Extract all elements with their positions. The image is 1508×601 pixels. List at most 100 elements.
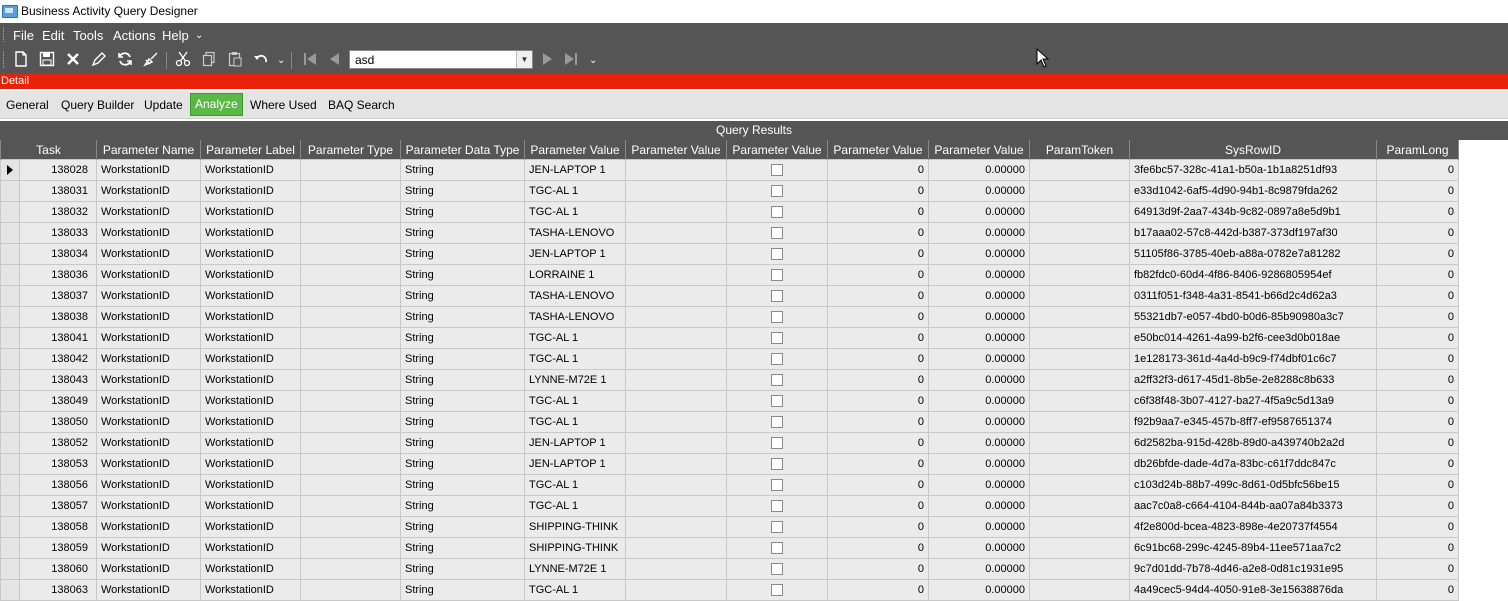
cell-paramtoken[interactable] bbox=[1029, 201, 1130, 223]
cell-paramlong[interactable]: 0 bbox=[1376, 579, 1459, 601]
row-selector[interactable] bbox=[1, 265, 20, 285]
cell-parameter-value-2[interactable] bbox=[625, 348, 727, 370]
row-selector[interactable] bbox=[1, 475, 20, 495]
cell-paramlong[interactable]: 0 bbox=[1376, 516, 1459, 538]
column-header-parameter-name[interactable]: Parameter Name bbox=[96, 140, 201, 160]
cell-paramlong[interactable]: 0 bbox=[1376, 432, 1459, 454]
cell-paramlong[interactable]: 0 bbox=[1376, 474, 1459, 496]
cell-paramlong[interactable]: 0 bbox=[1376, 411, 1459, 433]
cell-parameter-name[interactable]: WorkstationID bbox=[96, 495, 201, 517]
cell-sysrowid[interactable]: e33d1042-6af5-4d90-94b1-8c9879fda262 bbox=[1129, 180, 1377, 202]
cell-parameter-type[interactable] bbox=[300, 579, 401, 601]
cell-task[interactable]: 138038 bbox=[0, 306, 97, 328]
menu-tools[interactable]: Tools bbox=[73, 28, 103, 43]
cell-parameter-data-type[interactable]: String bbox=[400, 453, 525, 475]
cell-parameter-value-2[interactable] bbox=[625, 516, 727, 538]
table-row[interactable]: 138057 WorkstationID WorkstationID String TG… bbox=[0, 495, 1459, 517]
cell-parameter-value-1[interactable]: TGC-AL 1 bbox=[524, 390, 626, 412]
column-header-sysrowid[interactable]: SysRowID bbox=[1129, 140, 1377, 160]
tab-update[interactable]: Update bbox=[139, 91, 188, 117]
cell-parameter-value-5[interactable]: 0.00000 bbox=[928, 558, 1030, 580]
cell-parameter-value-3[interactable] bbox=[726, 348, 828, 370]
cell-parameter-value-1[interactable]: LYNNE-M72E 1 bbox=[524, 558, 626, 580]
cell-parameter-value-3[interactable] bbox=[726, 432, 828, 454]
checkbox[interactable] bbox=[771, 458, 783, 471]
cell-parameter-value-5[interactable]: 0.00000 bbox=[928, 390, 1030, 412]
cell-paramlong[interactable]: 0 bbox=[1376, 327, 1459, 349]
cell-parameter-value-5[interactable]: 0.00000 bbox=[928, 369, 1030, 391]
cell-parameter-value-5[interactable]: 0.00000 bbox=[928, 537, 1030, 559]
row-selector[interactable] bbox=[1, 559, 20, 579]
cell-parameter-value-5[interactable]: 0.00000 bbox=[928, 285, 1030, 307]
checkbox[interactable] bbox=[771, 353, 783, 366]
cell-paramtoken[interactable] bbox=[1029, 495, 1130, 517]
cell-task[interactable]: 138057 bbox=[0, 495, 97, 517]
cell-parameter-label[interactable]: WorkstationID bbox=[200, 306, 301, 328]
cell-parameter-value-3[interactable] bbox=[726, 411, 828, 433]
table-row[interactable]: 138043 WorkstationID WorkstationID String LY… bbox=[0, 369, 1459, 391]
cell-parameter-value-2[interactable] bbox=[625, 537, 727, 559]
cell-parameter-type[interactable] bbox=[300, 348, 401, 370]
cell-parameter-label[interactable]: WorkstationID bbox=[200, 432, 301, 454]
refresh-icon[interactable] bbox=[116, 51, 134, 69]
cell-parameter-label[interactable]: WorkstationID bbox=[200, 222, 301, 244]
cell-parameter-value-1[interactable]: TGC-AL 1 bbox=[524, 474, 626, 496]
cell-parameter-type[interactable] bbox=[300, 327, 401, 349]
checkbox[interactable] bbox=[771, 500, 783, 513]
checkbox[interactable] bbox=[771, 395, 783, 408]
cell-parameter-type[interactable] bbox=[300, 453, 401, 475]
menu-overflow-icon[interactable]: ⌄ bbox=[195, 30, 203, 41]
cell-parameter-name[interactable]: WorkstationID bbox=[96, 348, 201, 370]
checkbox[interactable] bbox=[771, 584, 783, 597]
checkbox[interactable] bbox=[771, 374, 783, 387]
cell-sysrowid[interactable]: 1e128173-361d-4a4d-b9c9-f74dbf01c6c7 bbox=[1129, 348, 1377, 370]
cell-task[interactable]: 138058 bbox=[0, 516, 97, 538]
cell-paramlong[interactable]: 0 bbox=[1376, 306, 1459, 328]
cell-parameter-value-2[interactable] bbox=[625, 453, 727, 475]
cell-parameter-value-5[interactable]: 0.00000 bbox=[928, 474, 1030, 496]
column-header-parameter-value-4[interactable]: Parameter Value bbox=[827, 140, 929, 160]
cell-paramtoken[interactable] bbox=[1029, 348, 1130, 370]
table-row[interactable]: 138038 WorkstationID WorkstationID String TA… bbox=[0, 306, 1459, 328]
cell-sysrowid[interactable]: 0311f051-f348-4a31-8541-b66d2c4d62a3 bbox=[1129, 285, 1377, 307]
cell-parameter-value-1[interactable]: JEN-LAPTOP 1 bbox=[524, 432, 626, 454]
cell-sysrowid[interactable]: 6d2582ba-915d-428b-89d0-a439740b2a2d bbox=[1129, 432, 1377, 454]
cell-paramtoken[interactable] bbox=[1029, 558, 1130, 580]
cell-parameter-value-1[interactable]: TGC-AL 1 bbox=[524, 411, 626, 433]
cell-task[interactable]: 138033 bbox=[0, 222, 97, 244]
column-header-parameter-type[interactable]: Parameter Type bbox=[300, 140, 401, 160]
table-row[interactable]: 138058 WorkstationID WorkstationID String SH… bbox=[0, 516, 1459, 538]
cell-parameter-data-type[interactable]: String bbox=[400, 558, 525, 580]
cell-parameter-name[interactable]: WorkstationID bbox=[96, 327, 201, 349]
checkbox[interactable] bbox=[771, 290, 783, 303]
cell-parameter-value-3[interactable] bbox=[726, 390, 828, 412]
checkbox[interactable] bbox=[771, 227, 783, 240]
cell-paramlong[interactable]: 0 bbox=[1376, 369, 1459, 391]
cell-paramlong[interactable]: 0 bbox=[1376, 558, 1459, 580]
cell-task[interactable]: 138042 bbox=[0, 348, 97, 370]
cell-parameter-value-3[interactable] bbox=[726, 201, 828, 223]
cell-parameter-value-3[interactable] bbox=[726, 537, 828, 559]
cell-sysrowid[interactable]: c103d24b-88b7-499c-8d61-0d5bfc56be15 bbox=[1129, 474, 1377, 496]
cell-task[interactable]: 138037 bbox=[0, 285, 97, 307]
cell-parameter-label[interactable]: WorkstationID bbox=[200, 348, 301, 370]
copy-icon[interactable] bbox=[200, 51, 218, 69]
cell-parameter-type[interactable] bbox=[300, 285, 401, 307]
cell-parameter-label[interactable]: WorkstationID bbox=[200, 369, 301, 391]
cell-parameter-value-2[interactable] bbox=[625, 474, 727, 496]
cell-parameter-value-4[interactable]: 0 bbox=[827, 348, 929, 370]
row-selector[interactable] bbox=[1, 181, 20, 201]
cell-parameter-data-type[interactable]: String bbox=[400, 180, 525, 202]
tab-baq-search[interactable]: BAQ Search bbox=[323, 91, 400, 117]
cell-parameter-value-5[interactable]: 0.00000 bbox=[928, 243, 1030, 265]
cell-parameter-name[interactable]: WorkstationID bbox=[96, 390, 201, 412]
cell-parameter-value-4[interactable]: 0 bbox=[827, 390, 929, 412]
edit-icon[interactable] bbox=[90, 51, 108, 69]
cell-parameter-value-4[interactable]: 0 bbox=[827, 474, 929, 496]
cell-parameter-value-4[interactable]: 0 bbox=[827, 369, 929, 391]
cell-parameter-name[interactable]: WorkstationID bbox=[96, 579, 201, 601]
row-selector[interactable] bbox=[1, 517, 20, 537]
cell-parameter-value-1[interactable]: TGC-AL 1 bbox=[524, 495, 626, 517]
cell-sysrowid[interactable]: 64913d9f-2aa7-434b-9c82-0897a8e5d9b1 bbox=[1129, 201, 1377, 223]
cell-parameter-type[interactable] bbox=[300, 222, 401, 244]
